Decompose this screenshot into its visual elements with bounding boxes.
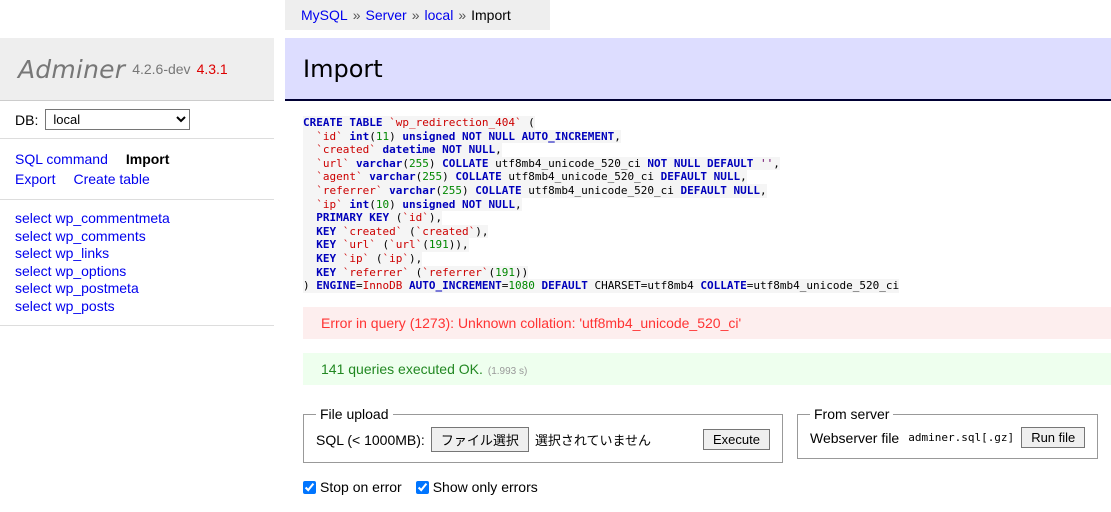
file-upload-legend: File upload <box>320 406 389 422</box>
breadcrumb: MySQL » Server » local » Import <box>285 0 550 30</box>
sql-line: PRIMARY KEY (`id`), <box>303 211 443 225</box>
table-link-wp-links[interactable]: select wp_links <box>15 245 274 263</box>
sql-line: KEY `url` (`url`(191)), <box>303 238 469 252</box>
db-select[interactable]: local <box>45 109 191 130</box>
file-upload-fieldset: File upload SQL (< 1000MB): ファイル選択 選択されて… <box>303 406 783 463</box>
app-logo[interactable]: Adminer 4.2.6-dev 4.3.1 <box>0 38 274 101</box>
import-options: Stop on error Show only errors <box>303 479 552 495</box>
breadcrumb-item-local[interactable]: local <box>425 7 454 23</box>
nav-row-2: Export Create table <box>15 169 274 189</box>
option-stop-on-error[interactable]: Stop on error <box>303 479 402 495</box>
database-selector-row: DB: local <box>0 101 274 139</box>
nav-links: SQL command Import Export Create table <box>0 139 274 200</box>
app-name: Adminer <box>18 54 126 84</box>
breadcrumb-item-server[interactable]: Server <box>365 7 406 23</box>
sql-query-block: CREATE TABLE `wp_redirection_404` ( `id`… <box>303 116 1111 293</box>
table-link-wp-posts[interactable]: select wp_posts <box>15 298 274 316</box>
stop-on-error-checkbox[interactable] <box>303 480 316 494</box>
stop-on-error-label: Stop on error <box>320 479 402 495</box>
app-version: 4.2.6-dev <box>132 61 191 77</box>
page-root: MySQL » Server » local » Import Adminer … <box>0 0 1111 512</box>
browse-file-button[interactable]: ファイル選択 <box>430 427 529 452</box>
breadcrumb-item-import: Import <box>471 7 511 23</box>
breadcrumb-separator: » <box>458 7 467 23</box>
table-link-wp-postmeta[interactable]: select wp_postmeta <box>15 280 274 298</box>
breadcrumb-item-mysql[interactable]: MySQL <box>301 7 348 23</box>
nav-import-current: Import <box>125 151 170 167</box>
file-upload-row: SQL (< 1000MB): ファイル選択 選択されていません Execute <box>316 427 770 452</box>
option-show-only-errors[interactable]: Show only errors <box>415 479 538 495</box>
breadcrumb-separator: » <box>352 7 361 23</box>
sql-line: `id` int(11) unsigned NOT NULL AUTO_INCR… <box>303 129 621 144</box>
new-version-badge[interactable]: 4.3.1 <box>197 61 228 77</box>
nav-create-table[interactable]: Create table <box>73 171 149 187</box>
success-duration: (1.993 s) <box>487 365 528 377</box>
table-link-wp-commentmeta[interactable]: select wp_commentmeta <box>15 210 274 228</box>
success-message: 141 queries executed OK. (1.993 s) <box>303 352 1111 385</box>
nav-sql-command[interactable]: SQL command <box>15 151 108 167</box>
show-only-errors-checkbox[interactable] <box>415 480 429 494</box>
sql-line: `created` datetime NOT NULL, <box>303 143 502 157</box>
error-message: Error in query (1273): Unknown collation… <box>303 306 1111 339</box>
sql-line: KEY `ip` (`ip`), <box>303 251 423 266</box>
from-server-fieldset: From server Webserver file adminer.sql[.… <box>797 406 1099 459</box>
nav-row-1: SQL command Import <box>15 149 274 169</box>
execute-button[interactable]: Execute <box>703 429 770 450</box>
file-selection-status: 選択されていません <box>534 433 652 448</box>
page-title: Import <box>303 54 383 83</box>
import-forms: File upload SQL (< 1000MB): ファイル選択 選択されて… <box>285 406 1111 463</box>
sql-size-label: SQL (< 1000MB): <box>316 431 425 448</box>
sql-line: CREATE TABLE `wp_redirection_404` ( <box>303 116 535 130</box>
db-label: DB: <box>15 111 39 128</box>
sql-line: `agent` varchar(255) COLLATE utf8mb4_uni… <box>303 170 747 184</box>
table-link-wp-comments[interactable]: select wp_comments <box>15 228 274 246</box>
nav-export[interactable]: Export <box>15 171 55 187</box>
main-content: Import CREATE TABLE `wp_redirection_404`… <box>285 38 1111 512</box>
webserver-filename: adminer.sql[.gz] <box>908 431 1015 444</box>
sql-line: `url` varchar(255) COLLATE utf8mb4_unico… <box>303 156 780 171</box>
table-list: select wp_commentmeta select wp_comments… <box>0 200 274 326</box>
page-header: Import <box>285 38 1111 101</box>
sidebar: Adminer 4.2.6-dev 4.3.1 DB: local SQL co… <box>0 38 274 512</box>
show-only-errors-label: Show only errors <box>432 479 538 495</box>
sql-line: KEY `referrer` (`referrer`(191)) <box>303 265 529 280</box>
from-server-legend: From server <box>814 406 890 422</box>
run-file-button[interactable]: Run file <box>1021 427 1086 448</box>
sql-line: `referrer` varchar(255) COLLATE utf8mb4_… <box>303 183 767 198</box>
sql-line: KEY `created` (`created`), <box>303 224 489 239</box>
webserver-file-label: Webserver file <box>810 429 900 446</box>
sql-line: ) ENGINE=InnoDB AUTO_INCREMENT=1080 DEFA… <box>303 279 900 293</box>
table-link-wp-options[interactable]: select wp_options <box>15 263 274 281</box>
breadcrumb-separator: » <box>411 7 420 23</box>
success-text: 141 queries executed OK. <box>321 360 483 377</box>
sql-line: `ip` int(10) unsigned NOT NULL, <box>303 197 522 212</box>
from-server-row: Webserver file adminer.sql[.gz] Run file <box>810 427 1086 448</box>
